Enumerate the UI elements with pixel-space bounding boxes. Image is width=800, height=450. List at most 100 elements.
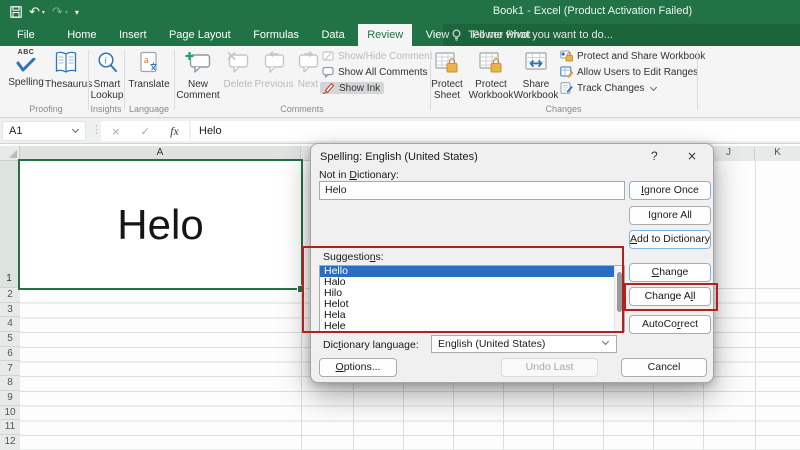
spelling-button[interactable]: ABC Spelling (6, 49, 46, 88)
save-icon[interactable] (10, 6, 22, 18)
group-label-changes: Changes (545, 104, 582, 114)
row-header-9[interactable]: 9 (0, 390, 20, 406)
dialog-close-icon[interactable]: × (687, 149, 697, 163)
track-changes-icon (560, 82, 573, 94)
tab-review[interactable]: Review (358, 24, 413, 46)
lightbulb-icon (451, 29, 462, 42)
spelling-dialog: Spelling: English (United States) ? × No… (310, 143, 714, 383)
row-header-1[interactable]: 1 (0, 161, 20, 288)
insert-function-icon[interactable]: fx (170, 124, 179, 139)
protect-and-share-workbook-button[interactable]: Protect and Share Workbook (560, 50, 705, 62)
tell-me-box[interactable]: Tell me what you want to do... (443, 24, 800, 46)
translate-button[interactable]: a Translate (126, 49, 172, 90)
group-label-insights: Insights (90, 104, 122, 114)
row-header-12[interactable]: 12 (0, 435, 20, 450)
tab-home[interactable]: Home (58, 24, 105, 46)
confirm-entry-icon[interactable]: ✓ (141, 125, 150, 138)
suggestions-scrollbar[interactable] (614, 266, 624, 331)
protect-and-share-workbook-label: Protect and Share Workbook (577, 50, 706, 62)
formula-input[interactable]: Helo (191, 121, 800, 141)
fill-handle[interactable] (297, 285, 305, 293)
show-all-comments-button[interactable]: Show All Comments (322, 66, 427, 78)
name-box-dropdown-icon[interactable] (71, 125, 80, 134)
row-header-3[interactable]: 3 (0, 302, 20, 318)
row-header-11[interactable]: 11 (0, 420, 20, 435)
track-changes-label: Track Changes (577, 82, 645, 94)
protect-workbook-label: Protect Workbook (468, 79, 514, 101)
cancel-button[interactable]: Cancel (621, 358, 707, 377)
formula-value: Helo (199, 125, 222, 137)
change-button[interactable]: Change (629, 263, 711, 282)
group-separator (88, 50, 89, 110)
select-all-corner[interactable] (0, 146, 20, 161)
suggestion-item-selected[interactable]: Hello (320, 266, 624, 277)
share-workbook-button[interactable]: Share Workbook (512, 49, 560, 101)
tab-formulas[interactable]: Formulas (244, 24, 308, 46)
smart-lookup-label: Smart Lookup (90, 79, 124, 101)
row-header-5[interactable]: 5 (0, 332, 20, 347)
suggestion-item[interactable]: Halo (320, 277, 624, 288)
new-comment-button[interactable]: New Comment (176, 49, 220, 101)
redo-button: ↷ ▾ (51, 4, 68, 20)
customize-qat-icon[interactable]: ▾ (75, 6, 79, 19)
ribbon-tab-row: File Home Insert Page Layout Formulas Da… (0, 24, 800, 46)
name-box[interactable]: A1 (2, 121, 86, 141)
grid-vertical-line (755, 161, 756, 450)
previous-comment-icon (253, 51, 295, 78)
track-changes-button[interactable]: Track Changes (560, 82, 658, 94)
row-header-4[interactable]: 4 (0, 317, 20, 333)
formula-bar-buttons: × ✓ fx (101, 121, 189, 141)
options-button[interactable]: Options... (319, 358, 397, 377)
dialog-help-icon[interactable]: ? (651, 149, 658, 163)
scrollbar-thumb[interactable] (617, 272, 622, 312)
dictionary-language-dropdown[interactable]: English (United States) (431, 335, 617, 353)
show-hide-comment-button: Show/Hide Comment (322, 50, 432, 62)
thesaurus-button[interactable]: Thesaurus (45, 49, 92, 90)
group-separator (697, 50, 698, 110)
next-comment-icon (293, 51, 323, 78)
protect-sheet-button[interactable]: Protect Sheet (425, 49, 469, 101)
protect-and-share-workbook-icon (560, 50, 573, 62)
autocorrect-button[interactable]: AutoCorrect (629, 315, 711, 334)
tab-page-layout[interactable]: Page Layout (160, 24, 240, 46)
undo-button[interactable]: ↶ ▾ (29, 6, 45, 19)
row-header-8[interactable]: 8 (0, 376, 20, 391)
ignore-all-button[interactable]: Ignore All (629, 206, 711, 225)
dictionary-language-label: Dictionary language: (323, 339, 419, 351)
show-ink-button[interactable]: Show Ink (320, 82, 385, 94)
add-to-dictionary-button[interactable]: Add to Dictionary (629, 230, 711, 249)
suggestion-item[interactable]: Hilo (320, 288, 624, 299)
row-header-2[interactable]: 2 (0, 288, 20, 303)
window-title: Book1 - Excel (Product Activation Failed… (492, 5, 693, 17)
suggestion-item[interactable]: Hele (320, 321, 624, 332)
spelling-label: Spelling (8, 77, 44, 88)
previous-comment-button: Previous (253, 49, 295, 90)
row-header-7[interactable]: 7 (0, 361, 20, 377)
delete-comment-label: Delete (223, 79, 253, 90)
tab-file[interactable]: File (8, 24, 44, 46)
row-header-10[interactable]: 10 (0, 405, 20, 421)
track-changes-dropdown-icon[interactable] (650, 83, 658, 91)
undo-caret-icon[interactable]: ▾ (42, 6, 45, 19)
tab-data[interactable]: Data (312, 24, 353, 46)
suggestion-item[interactable]: Helot (320, 299, 624, 310)
smart-lookup-icon: i (90, 51, 124, 78)
ignore-once-button[interactable]: Ignore Once (629, 181, 711, 200)
change-all-button[interactable]: Change All (629, 287, 711, 306)
translate-label: Translate (128, 79, 170, 90)
show-ink-label: Show Ink (339, 82, 381, 94)
quick-access-toolbar: ↶ ▾ ↷ ▾ ▾ (10, 3, 79, 21)
row-header-6[interactable]: 6 (0, 346, 20, 362)
spelling-icon: ABC (6, 49, 46, 76)
ribbon: ABC Spelling Thesaurus Proofing i Smart … (0, 46, 800, 118)
protect-workbook-button[interactable]: Protect Workbook (467, 49, 515, 101)
column-header-k[interactable]: K (755, 146, 800, 161)
suggestion-item[interactable]: Hela (320, 310, 624, 321)
cell-a1[interactable]: Helo (18, 159, 303, 290)
suggestions-list[interactable]: Hello Halo Hilo Helot Hela Hele (319, 265, 625, 332)
not-in-dictionary-input[interactable]: Helo (319, 181, 625, 200)
smart-lookup-button[interactable]: i Smart Lookup (90, 49, 124, 101)
tab-insert[interactable]: Insert (110, 24, 156, 46)
cancel-entry-icon[interactable]: × (111, 125, 120, 138)
allow-users-to-edit-ranges-button[interactable]: Allow Users to Edit Ranges (560, 66, 698, 78)
